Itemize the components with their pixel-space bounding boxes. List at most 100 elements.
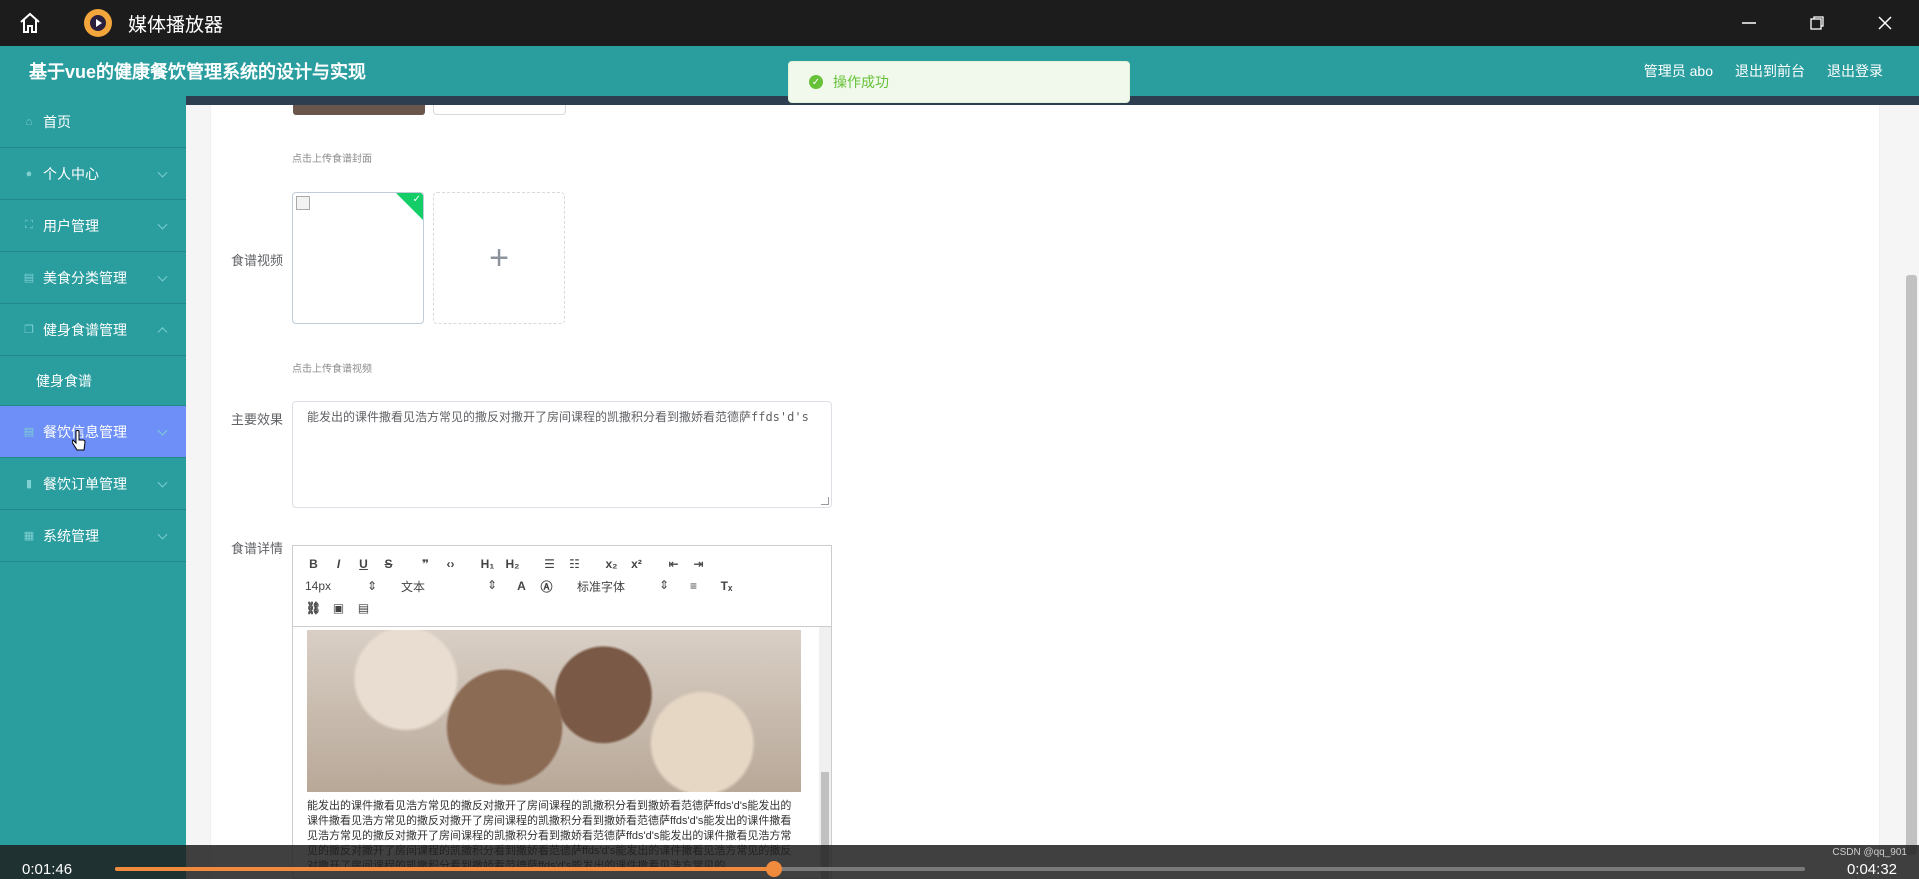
success-toast: ✓ 操作成功 (788, 61, 1130, 103)
cover-upload-button[interactable] (433, 105, 566, 115)
subscript-icon[interactable]: x₂ (599, 557, 624, 571)
sidebar-item-label: 健身食谱管理 (43, 321, 127, 338)
align-icon[interactable]: ≡ (681, 579, 706, 593)
home-icon: ⌂ (25, 115, 33, 128)
sidebar-item-label: 餐饮订单管理 (43, 475, 127, 492)
cover-image-thumbnail[interactable] (293, 105, 425, 115)
system-title: 基于vue的健康餐饮管理系统的设计与实现 (29, 62, 367, 82)
indent-icon[interactable]: ⇥ (686, 557, 711, 571)
rich-text-editor[interactable]: B I U S ❞ ‹› H₁ H₂ ☰ ☷ x₂ x² ⇤ ⇥ 14px ⇕ 文… (292, 545, 832, 879)
minimize-icon (1742, 22, 1756, 24)
uploaded-video-item[interactable]: ✓ (292, 192, 424, 324)
resize-grip-icon[interactable] (821, 497, 829, 505)
italic-icon[interactable]: I (326, 557, 351, 571)
outdent-icon[interactable]: ⇤ (661, 557, 686, 571)
home-button[interactable] (0, 0, 60, 46)
heading-2-icon[interactable]: H₂ (500, 557, 525, 571)
heading-1-icon[interactable]: H₁ (475, 557, 500, 571)
background-color-icon[interactable]: Ⓐ (534, 578, 559, 595)
image-icon[interactable]: ▣ (326, 601, 351, 615)
success-check-icon: ✓ (809, 75, 823, 89)
total-time: 0:04:32 (1846, 861, 1897, 878)
code-block-icon[interactable]: ‹› (438, 557, 463, 571)
blockquote-icon[interactable]: ❞ (413, 557, 438, 571)
home-icon (20, 12, 40, 33)
sidebar-item-label: 用户管理 (43, 217, 99, 234)
editor-content[interactable]: 能发出的课件撒看见浩方常见的撒反对撒开了房间课程的凯撒积分看到撒娇看范德萨ffd… (293, 627, 831, 879)
detail-label: 食谱详情 (231, 541, 284, 556)
sidebar-item-label: 首页 (43, 113, 71, 130)
cover-upload-hint: 点击上传食谱封面 (292, 154, 372, 165)
sidebar: ⌂ 首页 ● 个人中心 ⛶ 用户管理 ▤ 美食分类管理 ❐ 健身食谱管理 健身食… (0, 96, 186, 879)
effect-label: 主要效果 (231, 412, 284, 427)
logout-link[interactable]: 退出登录 (1827, 61, 1883, 81)
link-icon[interactable]: ⛓ (301, 601, 326, 615)
strikethrough-icon[interactable]: S (376, 557, 401, 571)
player-title-bar: 媒体播放器 (0, 0, 1919, 46)
sidebar-item-personal-center[interactable]: ● 个人中心 (0, 148, 186, 200)
toolbar-row: B I U S ❞ ‹› H₁ H₂ ☰ ☷ x₂ x² ⇤ ⇥ (301, 554, 823, 574)
watermark: CSDN @qq_901 (1832, 847, 1907, 858)
sidebar-item-fitness-recipe-management[interactable]: ❐ 健身食谱管理 (0, 304, 186, 356)
bold-icon[interactable]: B (301, 557, 326, 571)
chevron-down-icon (157, 529, 168, 540)
editor-toolbar: B I U S ❞ ‹› H₁ H₂ ☰ ☷ x₂ x² ⇤ ⇥ 14px ⇕ 文… (293, 546, 831, 627)
font-size-value: 14px (305, 579, 332, 593)
seek-handle[interactable] (766, 861, 783, 877)
chevron-down-icon (157, 425, 168, 436)
chevron-up-icon (157, 326, 168, 337)
font-color-icon[interactable]: A (509, 579, 534, 593)
superscript-icon[interactable]: x² (624, 557, 649, 571)
mouse-pointer-icon (72, 430, 86, 451)
current-time: 0:01:46 (22, 861, 73, 878)
sidebar-item-food-category[interactable]: ▤ 美食分类管理 (0, 252, 186, 304)
select-arrows-icon: ⇕ (486, 577, 497, 592)
ordered-list-icon[interactable]: ☰ (537, 557, 562, 571)
font-size-select[interactable]: 14px ⇕ (301, 579, 381, 593)
bullet-list-icon[interactable]: ☷ (562, 557, 587, 571)
media-player-logo-icon (84, 9, 112, 37)
video-icon[interactable]: ▤ (351, 601, 376, 615)
header-links: 管理员 abo 退出到前台 退出登录 (1644, 61, 1883, 81)
sidebar-item-system-management[interactable]: ▦ 系统管理 (0, 510, 186, 562)
chevron-down-icon (157, 219, 168, 230)
font-family-select[interactable]: 标准字体 ⇕ (573, 578, 673, 595)
sidebar-item-label: 系统管理 (43, 527, 99, 544)
sidebar-subitem-fitness-recipe[interactable]: 健身食谱 (0, 356, 186, 406)
close-button[interactable] (1851, 0, 1919, 46)
broken-image-icon (296, 196, 310, 210)
restore-button[interactable] (1783, 0, 1851, 46)
underline-icon[interactable]: U (351, 557, 376, 571)
grid-icon: ▦ (23, 530, 35, 542)
chevron-down-icon (157, 271, 168, 282)
check-icon: ✓ (412, 194, 421, 205)
video-label: 食谱视频 (231, 253, 284, 268)
toast-message: 操作成功 (833, 74, 889, 90)
toolbar-row: ⛓ ▣ ▤ (301, 598, 823, 618)
sidebar-item-home[interactable]: ⌂ 首页 (0, 96, 186, 148)
restore-icon (1810, 16, 1824, 30)
font-family-value: 标准字体 (577, 579, 626, 594)
copy-icon: ❐ (24, 324, 34, 336)
video-upload-button[interactable]: + (433, 192, 565, 324)
clear-format-icon[interactable]: Tₓ (714, 579, 739, 593)
seek-bar[interactable] (115, 861, 1805, 877)
player-controls: 0:01:46 CSDN @qq_901 0:04:32 (0, 845, 1919, 879)
sidebar-item-label: 美食分类管理 (43, 269, 127, 286)
effect-textarea[interactable]: 能发出的课件撒看见浩方常见的撒反对撒开了房间课程的凯撒积分看到撒娇看范德萨ffd… (292, 401, 832, 508)
select-arrows-icon: ⇕ (366, 579, 377, 593)
block-type-select[interactable]: 文本 ⇕ (397, 578, 501, 595)
page-scroll-thumb[interactable] (1906, 275, 1917, 855)
sidebar-item-dining-orders[interactable]: ▮ 餐饮订单管理 (0, 458, 186, 510)
close-icon (1878, 16, 1892, 30)
video-upload-hint: 点击上传食谱视频 (292, 364, 372, 375)
basket-icon: ▤ (23, 272, 35, 284)
content-gutter-left (186, 105, 210, 879)
front-page-link[interactable]: 退出到前台 (1735, 61, 1805, 81)
sidebar-item-dining-info[interactable]: ▤ 餐饮信息管理 (0, 406, 186, 458)
sidebar-item-user-management[interactable]: ⛶ 用户管理 (0, 200, 186, 252)
minimize-button[interactable] (1715, 0, 1783, 46)
seek-progress (115, 867, 775, 871)
sidebar-item-label: 个人中心 (43, 165, 99, 182)
select-arrows-icon: ⇕ (658, 577, 669, 592)
